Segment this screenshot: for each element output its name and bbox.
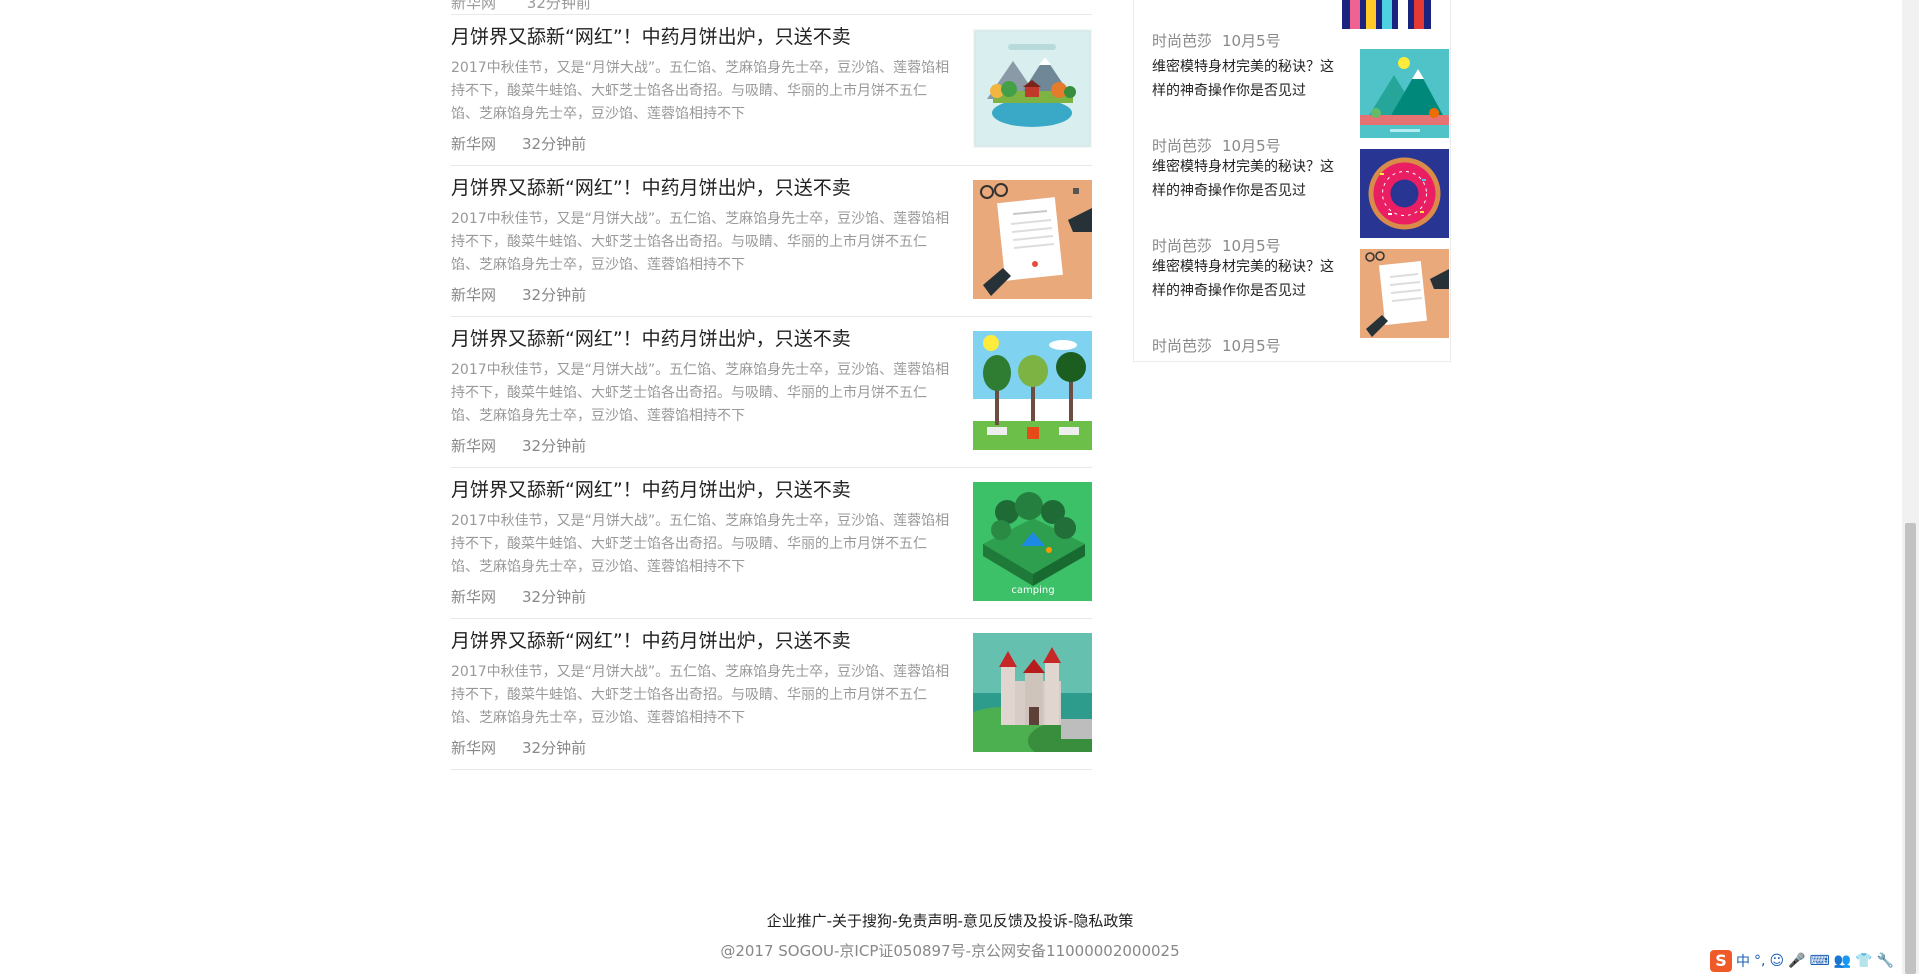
news-summary: 2017中秋佳节，又是“月饼大战”。五仁馅、芝麻馅身先士卒，豆沙馅、莲蓉馅相持不… [451,664,950,726]
sidebar-item[interactable]: 时尚芭莎 10月5号 [1152,30,1448,51]
sidebar-item-source: 时尚芭莎 [1152,237,1213,255]
news-thumbnail[interactable] [973,180,1092,299]
footer-link-disclaimer[interactable]: 免责声明 [897,912,957,930]
sidebar-item-source: 时尚芭莎 [1152,337,1213,355]
sidebar-item[interactable]: 维密模特身材完美的秘诀？这样的神奇操作你是否见过 时尚芭莎 10月5号 [1152,249,1449,356]
news-summary: 2017中秋佳节，又是“月饼大战”。五仁馅、芝麻馅身先士卒，豆沙馅、莲蓉馅相持不… [451,362,950,424]
news-item[interactable]: 月饼界又舔新“网红”！中药月饼出炉，只送不卖 2017中秋佳节，又是“月饼大战”… [451,15,1092,166]
news-feed: 新华网 32分钟前 月饼界又舔新“网红”！中药月饼出炉，只送不卖 2017中秋佳… [451,0,1092,770]
news-summary: 2017中秋佳节，又是“月饼大战”。五仁馅、芝麻馅身先士卒，豆沙馅、莲蓉馅相持不… [451,60,950,122]
contract-signing-illustration-icon [973,180,1092,299]
news-summary: 2017中秋佳节，又是“月饼大战”。五仁馅、芝麻馅身先士卒，豆沙馅、莲蓉馅相持不… [451,211,950,273]
news-summary: 2017中秋佳节，又是“月饼大战”。五仁馅、芝麻馅身先士卒，豆沙馅、莲蓉馅相持不… [451,513,950,575]
news-item[interactable]: 月饼界又舔新“网红”！中药月饼出炉，只送不卖 2017中秋佳节，又是“月饼大战”… [451,166,1092,317]
news-meta: 新华网 32分钟前 [451,133,586,154]
news-source: 新华网 [451,437,497,455]
sidebar-item-title[interactable]: 维密模特身材完美的秘诀？这样的神奇操作你是否见过 [1152,155,1342,203]
thumb-caption: camping [1011,585,1054,596]
news-source: 新华网 [451,286,497,304]
news-time: 32分钟前 [522,135,587,153]
news-source: 新华网 [451,135,497,153]
mountain-landscape-illustration-icon [973,29,1092,148]
emoji-icon[interactable]: ☺ [1769,953,1784,969]
sogou-ime-logo-icon[interactable]: S [1710,950,1732,972]
sidebar-thumbnail[interactable] [1360,249,1449,338]
vertical-scrollbar[interactable] [1902,0,1919,974]
camping-illustration-icon: camping [973,482,1092,601]
contract-illustration-icon [1360,249,1449,338]
news-time: 32分钟前 [522,286,587,304]
castle-illustration-icon [973,633,1092,752]
news-time: 32分钟前 [522,739,587,757]
scrollbar-thumb[interactable] [1905,523,1916,974]
news-thumbnail[interactable] [973,29,1092,148]
sidebar-recommendations: 时尚芭莎 10月5号 维密模特身材完美的秘诀？这样的神奇操作你是否见过 时尚芭莎 1… [1133,0,1451,362]
sidebar-item-meta: 时尚芭莎 10月5号 [1152,30,1448,51]
item-time: 32分钟前 [526,0,591,12]
sidebar-item[interactable]: 维密模特身材完美的秘诀？这样的神奇操作你是否见过 时尚芭莎 10月5号 [1152,49,1449,156]
sidebar-item-date: 10月5号 [1222,137,1281,155]
microphone-icon[interactable]: 🎤 [1788,953,1805,969]
sidebar-item-source: 时尚芭莎 [1152,32,1213,50]
ime-punctuation-toggle[interactable]: °, [1754,953,1765,969]
news-item[interactable]: 月饼界又舔新“网红”！中药月饼出炉，只送不卖 2017中秋佳节，又是“月饼大战”… [451,468,1092,619]
sidebar-item-source: 时尚芭莎 [1152,137,1213,155]
settings-wrench-icon[interactable]: 🔧 [1877,953,1894,969]
footer-link-promotion[interactable]: 企业推广 [767,912,827,930]
donut-illustration-icon [1360,149,1449,238]
sidebar-item-date: 10月5号 [1222,32,1281,50]
news-meta: 新华网 32分钟前 [451,737,586,758]
news-meta: 新华网 32分钟前 [451,586,586,607]
page: 新华网 32分钟前 月饼界又舔新“网红”！中药月饼出炉，只送不卖 2017中秋佳… [0,0,1919,974]
ime-mode-toggle[interactable]: 中 [1736,951,1750,971]
footer-links: 企业推广-关于搜狗-免责声明-意见反馈及投诉-隐私政策 [0,910,1900,931]
sidebar-item-date: 10月5号 [1222,237,1281,255]
item-source: 新华网 [451,0,497,12]
sidebar-item-title[interactable]: 维密模特身材完美的秘诀？这样的神奇操作你是否见过 [1152,255,1342,303]
sidebar-thumbnail[interactable] [1360,149,1449,238]
sidebar-item-date: 10月5号 [1222,337,1281,355]
news-item[interactable]: 月饼界又舔新“网红”！中药月饼出炉，只送不卖 2017中秋佳节，又是“月饼大战”… [451,619,1092,770]
footer-copyright: @2017 SOGOU-京ICP证050897号-京公网安备1100000200… [720,942,1180,960]
feed-item-partial[interactable]: 新华网 32分钟前 [451,0,1092,15]
news-title[interactable]: 月饼界又舔新“网红”！中药月饼出炉，只送不卖 [451,24,971,50]
sidebar-item-meta: 时尚芭莎 10月5号 [1152,335,1448,356]
news-meta: 新华网 32分钟前 [451,284,586,305]
keyboard-icon[interactable]: ⌨ [1810,953,1830,969]
news-title[interactable]: 月饼界又舔新“网红”！中药月饼出炉，只送不卖 [451,477,971,503]
sidebar-thumbnail[interactable] [1342,0,1431,29]
news-time: 32分钟前 [522,588,587,606]
news-time: 32分钟前 [522,437,587,455]
news-title[interactable]: 月饼界又舔新“网红”！中药月饼出炉，只送不卖 [451,628,971,654]
summer-mountain-illustration-icon [1360,49,1449,138]
news-meta: 新华网 32分钟前 [451,435,586,456]
news-source: 新华网 [451,588,497,606]
news-title[interactable]: 月饼界又舔新“网红”！中药月饼出炉，只送不卖 [451,326,971,352]
garden-trees-illustration-icon [973,331,1092,450]
news-thumbnail[interactable] [973,331,1092,450]
ime-toolbar[interactable]: S 中 °, ☺ 🎤 ⌨ 👥 👕 🔧 [1710,949,1902,973]
user-icon[interactable]: 👥 [1834,953,1851,969]
news-item[interactable]: 月饼界又舔新“网红”！中药月饼出炉，只送不卖 2017中秋佳节，又是“月饼大战”… [451,317,1092,468]
sidebar-item[interactable]: 维密模特身材完美的秘诀？这样的神奇操作你是否见过 时尚芭莎 10月5号 [1152,149,1449,256]
crowd-illustration-icon [1342,0,1431,29]
footer-link-about[interactable]: 关于搜狗 [832,912,892,930]
skin-icon[interactable]: 👕 [1855,953,1872,969]
sidebar-item-title[interactable]: 维密模特身材完美的秘诀？这样的神奇操作你是否见过 [1152,55,1342,103]
footer-link-feedback[interactable]: 意见反馈及投诉 [963,912,1068,930]
news-source: 新华网 [451,739,497,757]
footer-link-privacy[interactable]: 隐私政策 [1073,912,1133,930]
news-title[interactable]: 月饼界又舔新“网红”！中药月饼出炉，只送不卖 [451,175,971,201]
sidebar-thumbnail[interactable] [1360,49,1449,138]
news-thumbnail[interactable]: camping [973,482,1092,601]
news-thumbnail[interactable] [973,633,1092,752]
